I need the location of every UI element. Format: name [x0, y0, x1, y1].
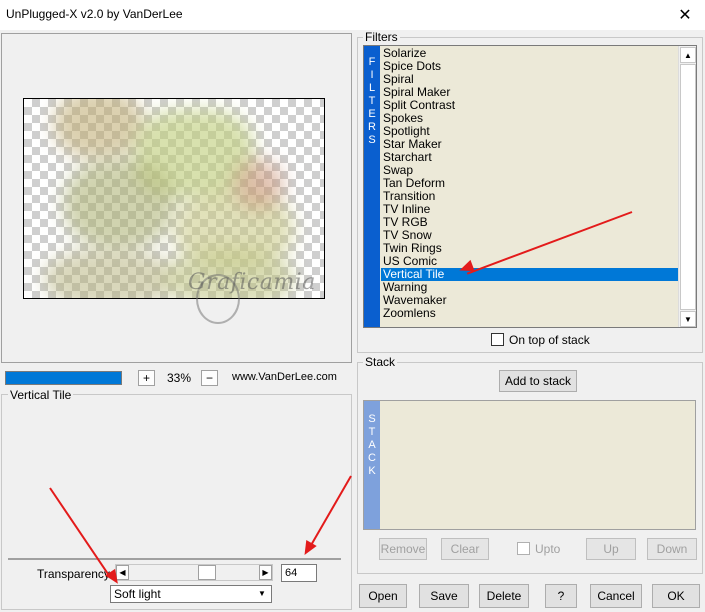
- upto-checkbox[interactable]: [517, 542, 530, 555]
- filters-bar-letter: T: [368, 95, 376, 107]
- minus-icon: −: [205, 371, 213, 385]
- upto-label: Upto: [535, 542, 561, 556]
- divider: [8, 558, 341, 560]
- stack-vertical-bar: S T A C K: [364, 401, 380, 529]
- on-top-checkbox[interactable]: [491, 333, 504, 346]
- filters-bar-letter: R: [368, 121, 376, 133]
- stack-bar-letter: T: [368, 426, 376, 438]
- filters-bar-letter: I: [370, 69, 374, 81]
- add-to-stack-button[interactable]: Add to stack: [499, 370, 577, 392]
- transparency-thumb[interactable]: [198, 565, 216, 580]
- stack-bar-letter: A: [368, 439, 376, 451]
- clear-button[interactable]: Clear: [441, 538, 489, 560]
- stack-bar-letter: S: [368, 413, 376, 425]
- scroll-thumb[interactable]: [680, 64, 696, 310]
- filter-item[interactable]: Starchart: [381, 151, 678, 164]
- window-title: UnPlugged-X v2.0 by VanDerLee: [6, 7, 183, 21]
- blend-mode-value: Soft light: [114, 587, 161, 601]
- filter-item[interactable]: Split Contrast: [381, 99, 678, 112]
- up-button[interactable]: Up: [586, 538, 636, 560]
- filters-bar-letter: S: [368, 134, 376, 146]
- save-button[interactable]: Save: [419, 584, 469, 608]
- remove-button[interactable]: Remove: [379, 538, 427, 560]
- scroll-right-button[interactable]: ▶: [259, 565, 272, 580]
- scroll-up-button[interactable]: ▲: [680, 47, 696, 63]
- filter-list-scrollbar[interactable]: ▲ ▼: [678, 46, 696, 327]
- ok-button[interactable]: OK: [652, 584, 700, 608]
- filters-group-label: Filters: [363, 30, 400, 44]
- help-button[interactable]: ?: [545, 584, 577, 608]
- blend-mode-select[interactable]: Soft light ▼: [110, 585, 272, 603]
- on-top-label: On top of stack: [509, 333, 590, 347]
- plus-icon: +: [142, 371, 150, 385]
- filters-vertical-bar: F I L T E R S: [364, 46, 380, 327]
- filter-items: Solarize Spice Dots Spiral Spiral Maker Spli…: [381, 47, 678, 320]
- zoom-in-button[interactable]: +: [138, 370, 155, 386]
- settings-group-label: Vertical Tile: [8, 388, 74, 402]
- down-button[interactable]: Down: [647, 538, 697, 560]
- chevron-down-icon: ▼: [258, 589, 266, 598]
- watermark: Graficamia: [188, 270, 316, 295]
- preview-image[interactable]: [23, 98, 325, 299]
- stack-group-label: Stack: [363, 355, 398, 369]
- filter-list[interactable]: F I L T E R S Solarize Spice Dots Spiral Sp…: [363, 45, 697, 328]
- close-icon: ✕: [678, 7, 692, 24]
- scroll-down-button[interactable]: ▼: [680, 311, 696, 327]
- transparency-label: Transparency: [37, 567, 110, 581]
- transparency-scrollbar[interactable]: [115, 564, 273, 581]
- zoom-level: 33%: [167, 371, 192, 385]
- filter-item[interactable]: Spice Dots: [381, 60, 678, 73]
- zoom-out-button[interactable]: −: [201, 370, 218, 386]
- open-button[interactable]: Open: [359, 584, 407, 608]
- delete-button[interactable]: Delete: [479, 584, 529, 608]
- chevron-right-icon: ▶: [262, 567, 269, 577]
- cancel-button[interactable]: Cancel: [590, 584, 642, 608]
- transparency-input[interactable]: 64: [281, 564, 317, 582]
- website-link[interactable]: www.VanDerLee.com: [232, 371, 337, 383]
- filters-bar-letter: L: [368, 82, 376, 94]
- stack-bar-letter: K: [368, 465, 376, 477]
- filters-bar-letter: F: [368, 56, 376, 68]
- progress-bar: [5, 371, 122, 385]
- chevron-down-icon: ▼: [684, 314, 692, 324]
- chevron-left-icon: ◀: [119, 567, 126, 577]
- filters-bar-letter: E: [368, 108, 376, 120]
- chevron-up-icon: ▲: [684, 50, 692, 60]
- filter-item[interactable]: Zoomlens: [381, 307, 678, 320]
- close-button[interactable]: ✕: [665, 0, 705, 30]
- stack-bar-letter: C: [368, 452, 376, 464]
- stack-list[interactable]: [363, 400, 696, 530]
